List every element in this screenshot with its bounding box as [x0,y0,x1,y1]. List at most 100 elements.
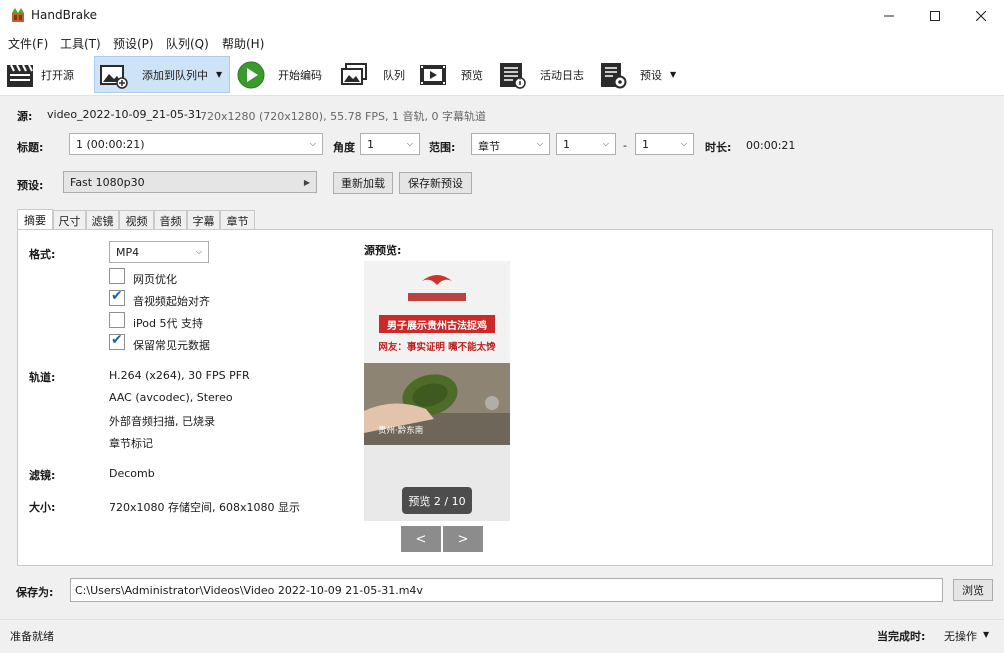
angle-value: 1 [367,138,374,151]
maximize-button[interactable] [912,0,958,31]
range-type-select[interactable]: 章节 ⌵ [471,133,550,155]
add-to-queue-label: 添加到队列中 [142,68,208,82]
chevron-right-icon: ▶ [303,178,310,187]
range-type-value: 章节 [478,140,500,153]
format-select[interactable]: MP4 ⌵ [109,241,209,263]
chevron-down-icon: ⌵ [536,139,543,148]
chevron-down-icon: ⌵ [195,247,202,256]
track-video: H.264 (x264), 30 FPS PFR [109,369,250,382]
chevron-down-icon: ⌵ [406,139,413,148]
range-start-value: 1 [563,138,570,151]
preview-caption: 贵州·黔东南 [378,426,424,436]
title-label: 标题: [17,141,44,154]
activity-log-button[interactable]: 活动日志 [497,53,584,96]
play-icon [237,61,265,88]
tab-summary[interactable]: 摘要 [17,209,53,230]
menu-tools[interactable]: 工具(T) [60,35,101,52]
tab-video[interactable]: 视频 [119,210,154,230]
chevron-down-icon[interactable]: ▼ [670,70,676,79]
format-value: MP4 [116,246,140,259]
range-end-select[interactable]: 1 ⌵ [635,133,694,155]
tab-chapters[interactable]: 章节 [220,210,255,230]
tab-audio[interactable]: 音频 [154,210,187,230]
chevron-down-icon[interactable]: ▼ [983,630,989,639]
filters-value: Decomb [109,467,155,480]
web-optimized-checkbox[interactable] [109,268,125,284]
open-source-label: 打开源 [41,68,74,82]
angle-select[interactable]: 1 ⌵ [360,133,420,155]
source-preview-label: 源预览: [364,244,402,257]
presets-settings-icon [601,62,627,88]
size-value: 720x1080 存储空间, 608x1080 显示 [109,501,300,514]
clapperboard-icon [7,64,33,87]
status-bar: 准备就绪 当完成时: 无操作 ▼ [0,619,1004,653]
menu-help[interactable]: 帮助(H) [222,35,264,52]
save-new-preset-button[interactable]: 保存新预设 [399,172,472,194]
add-image-icon [100,64,128,89]
start-encode-button[interactable]: 开始编码 [236,53,322,96]
queue-images-icon [341,62,367,85]
preview-next-button[interactable]: > [443,526,483,552]
menu-file[interactable]: 文件(F) [8,35,48,52]
align-av-checkbox[interactable]: ✔ [109,288,125,306]
presets-button[interactable]: 预设 ▼ [598,53,676,96]
title-bar: HandBrake [0,0,1004,31]
tracks-label: 轨道: [29,371,56,384]
chevron-down-icon[interactable]: ▼ [216,70,222,79]
minimize-button[interactable] [866,0,912,31]
presets-label: 预设 [640,68,662,82]
title-select[interactable]: 1 (00:00:21) ⌵ [69,133,323,155]
preview-subtitle: 网友：事实证明 嘴不能太馋 [378,342,496,353]
queue-label: 队列 [383,68,405,82]
preset-label: 预设: [17,179,44,192]
browse-button[interactable]: 浏览 [953,579,993,601]
reload-preset-button[interactable]: 重新加载 [333,172,393,194]
tab-subtitles[interactable]: 字幕 [187,210,220,230]
activity-log-label: 活动日志 [540,68,584,82]
preview-prev-button[interactable]: < [401,526,441,552]
status-text: 准备就绪 [10,630,54,643]
preview-banner: 男子展示贵州古法捉鸡 [379,315,495,333]
menu-bar: 文件(F) 工具(T) 预设(P) 队列(Q) 帮助(H) [0,31,1004,53]
queue-button[interactable]: 队列 [339,53,405,96]
ipod-support-label: iPod 5代 支持 [133,317,204,330]
title-value: 1 (00:00:21) [76,138,145,151]
film-icon [420,64,446,85]
when-done-label: 当完成时: [877,630,926,643]
menu-presets[interactable]: 预设(P) [113,35,154,52]
preserve-metadata-checkbox[interactable]: ✔ [109,332,125,350]
range-start-select[interactable]: 1 ⌵ [556,133,616,155]
range-label: 范围: [429,141,456,154]
preview-counter: 预览 2 / 10 [402,487,472,514]
save-as-label: 保存为: [16,586,54,599]
source-details: 720x1280 (720x1280), 55.78 FPS, 1 音轨, 0 … [200,110,486,123]
maximize-icon [930,10,940,21]
open-source-button[interactable]: 打开源 [5,53,74,96]
chevron-down-icon: ⌵ [680,139,687,148]
check-icon: ✔ [111,288,123,304]
angle-label: 角度 [333,141,355,154]
tab-dimensions[interactable]: 尺寸 [53,210,86,230]
track-audio: AAC (avcodec), Stereo [109,391,233,404]
channel-logo-icon [408,275,466,301]
menu-queue[interactable]: 队列(Q) [166,35,209,52]
add-to-queue-button[interactable]: 添加到队列中 ▼ [98,53,222,96]
track-subtitle-scan: 外部音频扫描, 已烧录 [109,415,215,428]
toolbar: 打开源 添加到队列中 ▼ 开始编码 队列 预览 活动日志 预设 ▼ [0,53,1004,96]
ipod-support-checkbox[interactable] [109,312,125,328]
track-chapters: 章节标记 [109,437,153,450]
duration-value: 00:00:21 [746,139,796,152]
preset-select[interactable]: Fast 1080p30 ▶ [63,171,317,193]
when-done-select[interactable]: 无操作 [944,628,977,644]
close-button[interactable] [958,0,1004,31]
preview-button[interactable]: 预览 [418,53,483,96]
minimize-icon [884,15,894,16]
source-filename: video_2022-10-09_21-05-31 [47,108,202,121]
chevron-down-icon: ⌵ [602,139,609,148]
duration-label: 时长: [705,141,732,154]
save-path-input[interactable]: C:\Users\Administrator\Videos\Video 2022… [70,578,943,602]
tab-filters[interactable]: 滤镜 [86,210,119,230]
web-optimized-label: 网页优化 [133,273,177,286]
preview-label: 预览 [461,68,483,82]
source-preview-image: 男子展示贵州古法捉鸡 网友：事实证明 嘴不能太馋 贵州·黔东南 预览 2 / 1… [364,261,510,521]
